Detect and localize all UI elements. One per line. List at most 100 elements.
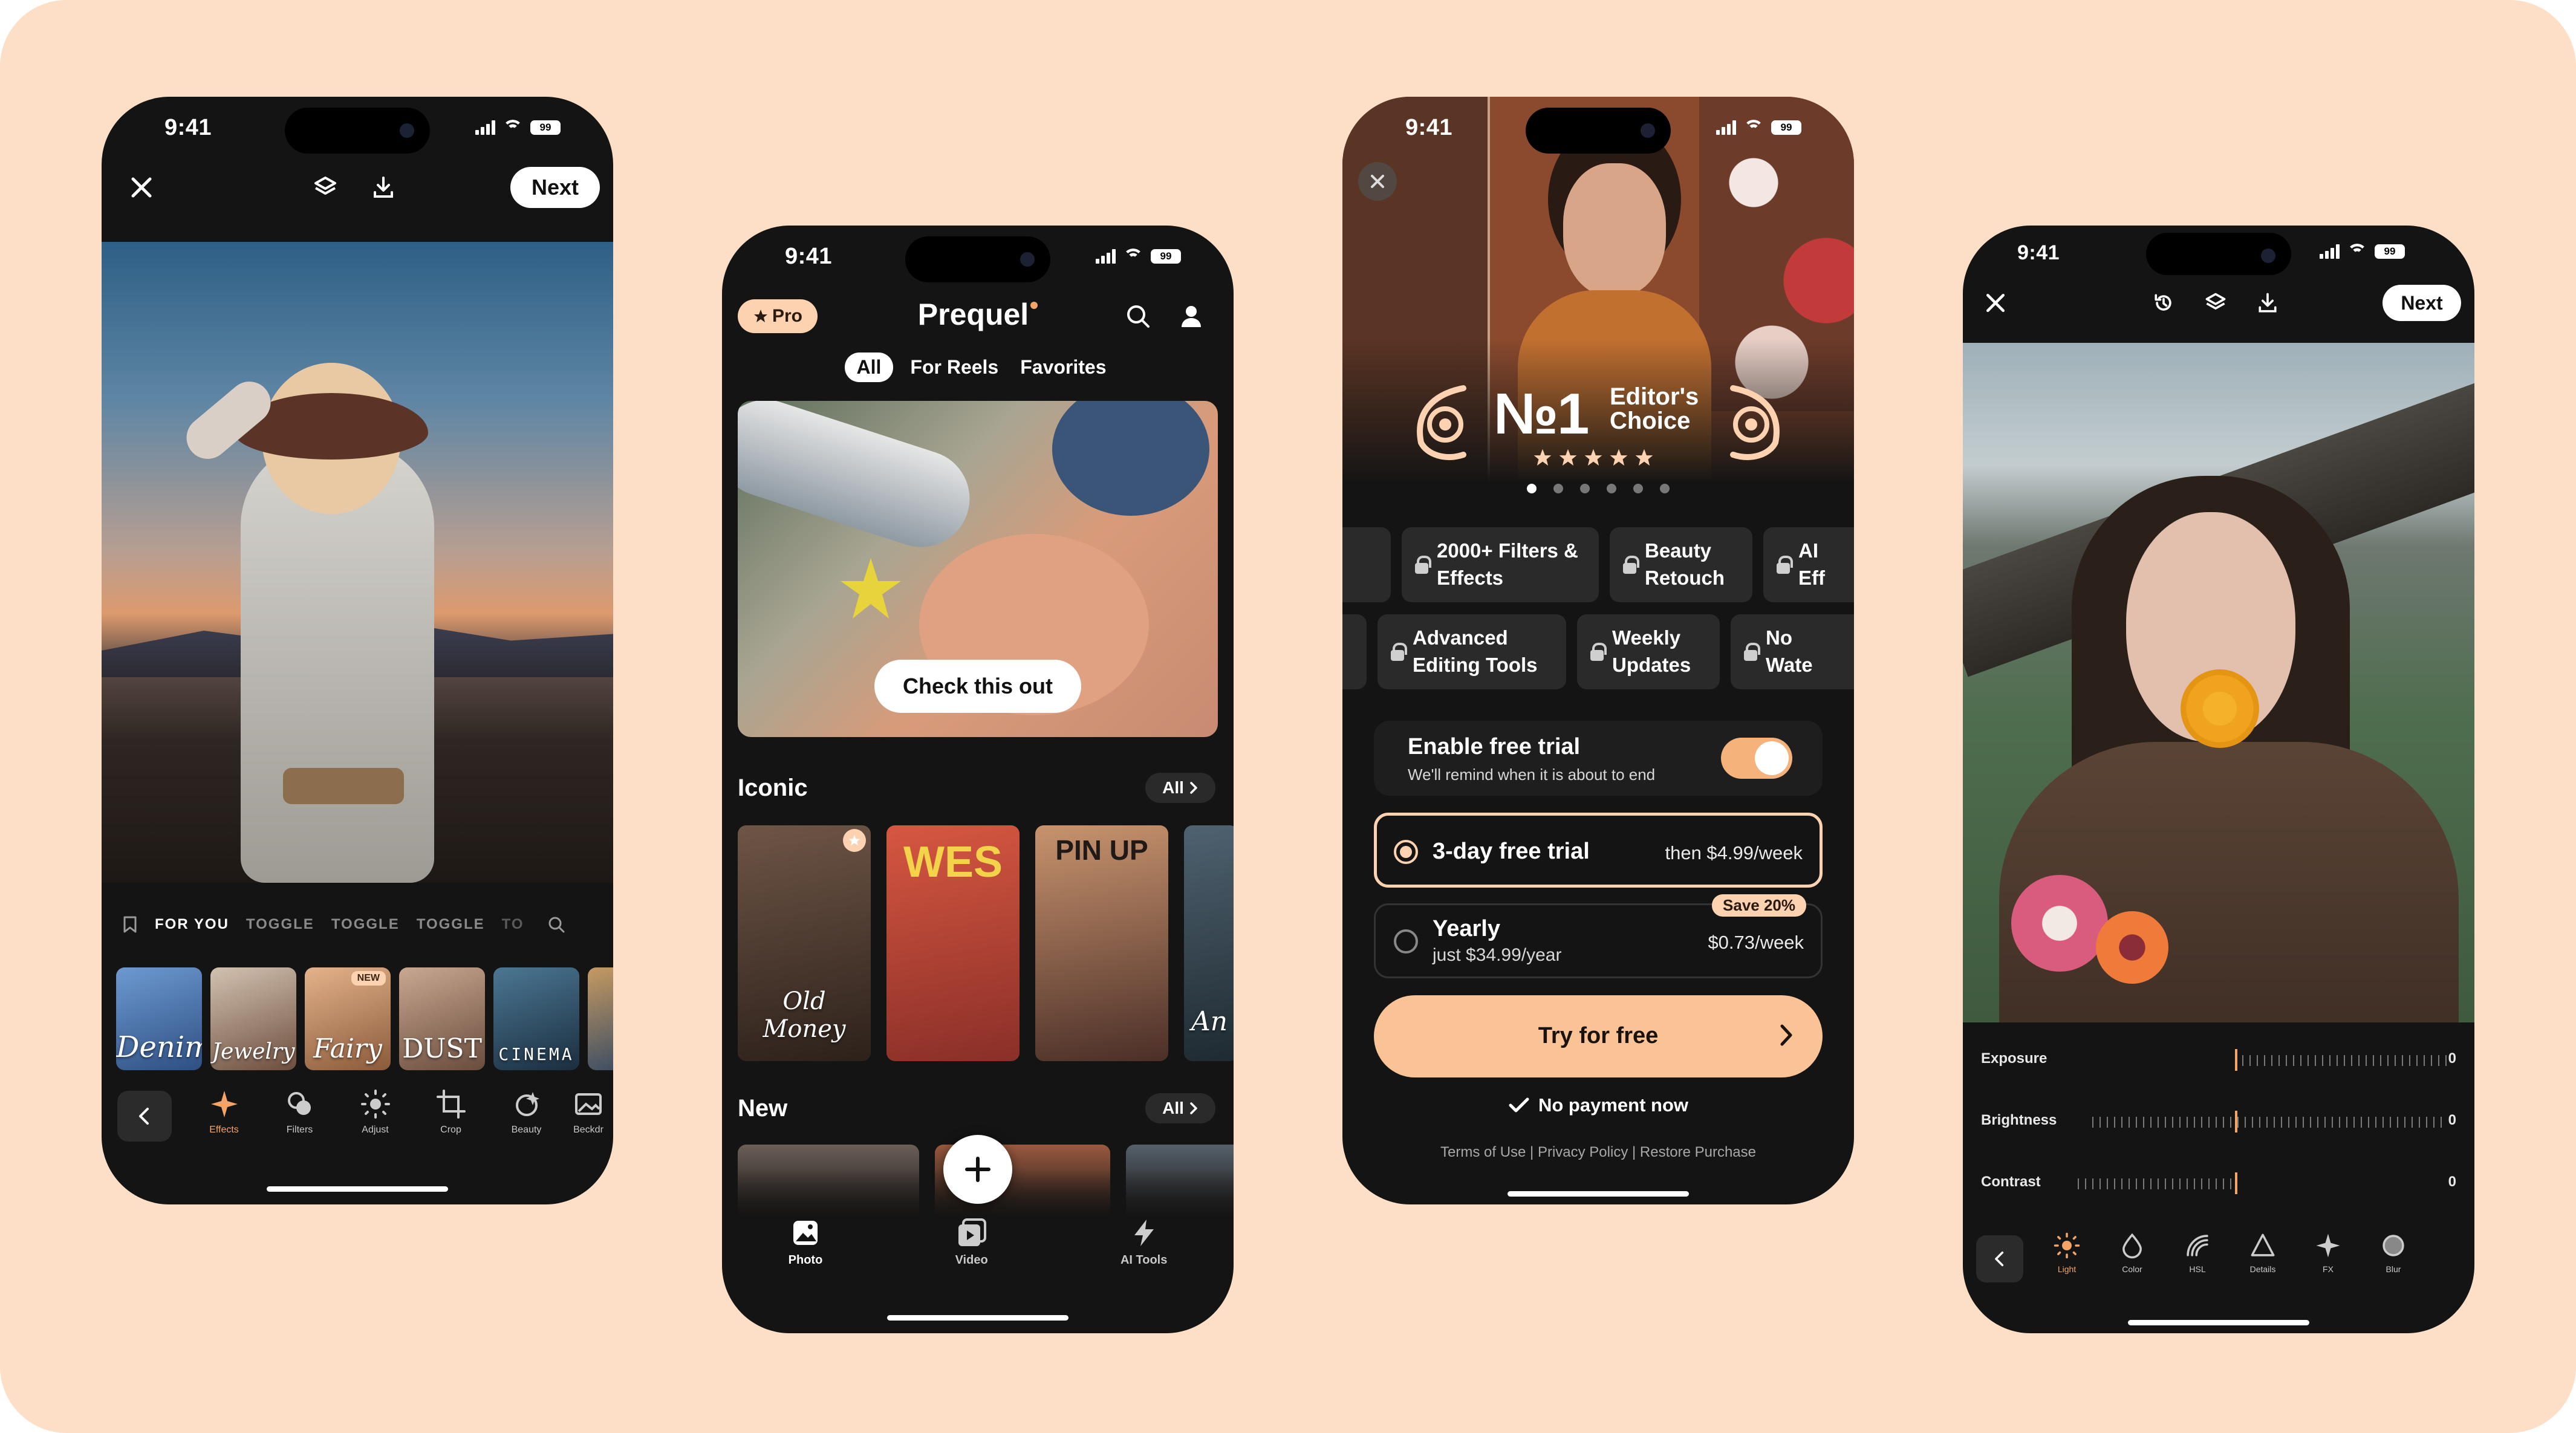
details-icon [2249,1232,2277,1259]
tab-toggle[interactable]: TOGGLE [246,916,314,933]
hero-cta-button[interactable]: Check this out [874,660,1081,713]
layers-icon[interactable] [2199,286,2233,320]
signal-icon [475,120,495,135]
see-all-button[interactable]: All [1145,1093,1215,1123]
effect-thumb-fairy[interactable]: NEW Fairy [305,967,391,1070]
tool-adjust[interactable]: Adjust [337,1088,413,1149]
tab-for-reels[interactable]: For Reels [905,353,1003,382]
phone-home-screen: 9:41 99 Pro Prequel All For Reels Favori… [722,226,1234,1333]
next-button[interactable]: Next [510,167,600,208]
page-dot[interactable] [1607,484,1616,493]
close-icon[interactable] [123,169,160,206]
plus-icon [965,1157,990,1182]
tab-for-you[interactable]: FOR YOU [155,916,229,933]
download-icon[interactable] [2251,286,2285,320]
page-dot[interactable] [1660,484,1670,493]
hero-banner[interactable]: Check this out [738,401,1218,737]
tab-toggle[interactable]: TOGGLE [331,916,400,933]
nav-ai-tools[interactable]: AI Tools [1120,1217,1167,1284]
star-sticker-icon [841,558,901,619]
tab-favorites[interactable]: Favorites [1015,353,1111,382]
create-plus-button[interactable] [943,1135,1012,1204]
page-dot-active[interactable] [1527,484,1537,493]
status-icons: 99 [1716,120,1801,135]
nav-video[interactable]: Video [955,1217,988,1284]
chevron-right-icon [1779,1023,1794,1047]
status-time: 9:41 [2017,241,2060,264]
tool-details[interactable]: Details [2230,1232,2295,1292]
history-icon[interactable] [2147,286,2181,320]
effect-thumb-jewelry[interactable]: Jewelry [210,967,296,1070]
edited-photo [102,242,613,883]
effect-thumb-dust[interactable]: DUST [399,967,485,1070]
tool-background[interactable]: Beckdr [564,1088,613,1149]
download-icon[interactable] [365,169,402,206]
page-dot[interactable] [1580,484,1590,493]
beauty-icon [511,1088,542,1120]
home-indicator [887,1315,1068,1321]
status-time: 9:41 [785,244,833,269]
slider-track [2078,1178,2235,1189]
try-free-button[interactable]: Try for free [1374,995,1823,1077]
back-button[interactable] [1976,1235,2023,1282]
tool-fx[interactable]: FX [2295,1232,2361,1292]
iconic-card[interactable]: WES [886,825,1020,1061]
effect-thumb-more[interactable] [588,967,613,1070]
star-icon [1610,449,1628,466]
wifi-icon [1743,120,1764,135]
effect-thumb-denim[interactable]: Denim [116,967,202,1070]
tool-hsl[interactable]: HSL [2165,1232,2230,1292]
toggle-knob [1755,741,1789,775]
contrast-slider[interactable]: Contrast 0 [1981,1165,2456,1201]
nav-photo[interactable]: Photo [789,1217,822,1284]
effects-thumbnails: Denim Jewelry NEW Fairy DUST CINEMA [102,967,613,1070]
slider-handle[interactable] [2235,1172,2237,1194]
slider-handle[interactable] [2235,1111,2237,1132]
iconic-card[interactable]: Old Money [738,825,871,1061]
plan-option-selected[interactable]: 3-day free trial then $4.99/week [1374,813,1823,888]
battery-icon: 99 [2375,244,2405,259]
legal-links[interactable]: Terms of Use | Privacy Policy | Restore … [1342,1144,1854,1161]
back-button[interactable] [117,1091,172,1142]
tool-color[interactable]: Color [2100,1232,2165,1292]
tab-toggle[interactable]: TOGGLE [417,916,485,933]
bookmark-icon[interactable] [122,915,138,934]
trial-title: Enable free trial [1408,734,1581,759]
next-button[interactable]: Next [2382,285,2461,321]
dynamic-island [285,108,430,154]
search-icon[interactable] [547,915,565,934]
brightness-slider[interactable]: Brightness 0 [1981,1103,2456,1140]
iconic-card[interactable]: An [1184,825,1234,1061]
app-title: Prequel [722,297,1234,332]
tool-crop[interactable]: Crop [413,1088,489,1149]
iconic-card[interactable]: PIN UP [1035,825,1168,1061]
fx-icon [2314,1232,2342,1259]
tab-more[interactable]: TO [502,916,524,933]
close-icon[interactable] [1979,286,2012,320]
page-dot[interactable] [1633,484,1643,493]
filter-tabs: FOR YOU TOGGLE TOGGLE TOGGLE TO [102,908,613,941]
tool-light[interactable]: Light [2034,1232,2100,1292]
status-icons: 99 [1096,249,1181,264]
layers-icon[interactable] [307,169,343,206]
plan-option[interactable]: Yearly just $34.99/year $0.73/week Save … [1374,894,1823,978]
tool-beauty[interactable]: Beauty [489,1088,564,1149]
profile-icon[interactable] [1174,299,1208,333]
close-button[interactable] [1358,162,1397,201]
tool-filters[interactable]: Filters [262,1088,337,1149]
effect-thumb-cinema[interactable]: CINEMA [493,967,579,1070]
see-all-button[interactable]: All [1145,773,1215,803]
free-trial-toggle[interactable] [1721,738,1792,779]
page-dot[interactable] [1553,484,1563,493]
tab-all[interactable]: All [844,353,894,382]
tool-blur[interactable]: Blur [2361,1232,2426,1292]
slider-handle[interactable] [2235,1049,2237,1071]
plan-name: 3-day free trial [1433,839,1590,864]
home-indicator [1508,1191,1689,1197]
tool-effects[interactable]: Effects [186,1088,262,1149]
exposure-slider[interactable]: Exposure 0 [1981,1042,2456,1078]
search-icon[interactable] [1121,299,1155,333]
home-indicator [2128,1320,2309,1325]
lock-icon [1590,643,1607,661]
feature-chip: 2000+ Filters & Effects [1402,527,1599,602]
